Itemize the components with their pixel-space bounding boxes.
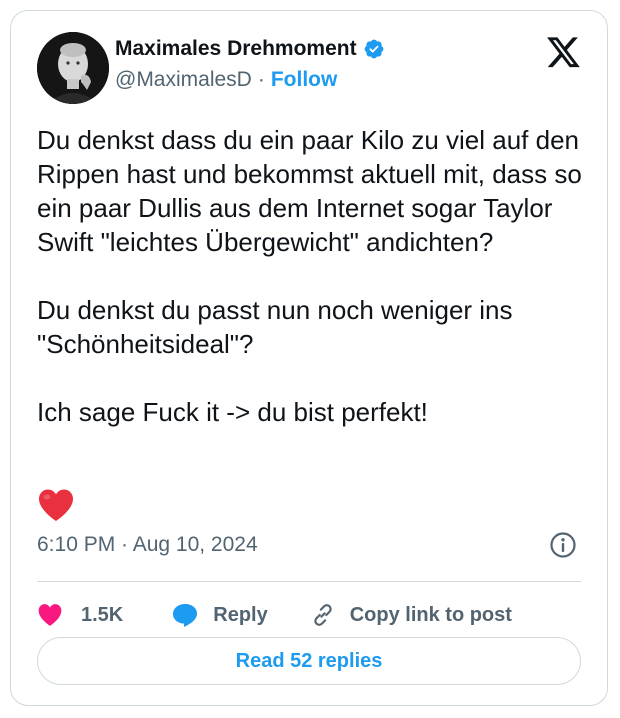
copy-link-label: Copy link to post	[349, 603, 512, 626]
divider	[37, 581, 581, 582]
action-bar: 1.5K Reply Copy link to post	[37, 591, 512, 639]
link-icon	[310, 602, 336, 628]
tweet-card: Maximales Drehmoment @MaximalesD · Follo…	[10, 10, 608, 706]
speech-bubble-icon	[171, 602, 199, 628]
author-handle[interactable]: @MaximalesD	[115, 68, 252, 92]
avatar[interactable]	[37, 32, 109, 104]
reply-label: Reply	[213, 603, 268, 626]
follow-button[interactable]: Follow	[271, 68, 338, 92]
author-name[interactable]: Maximales Drehmoment	[115, 37, 357, 61]
read-replies-button[interactable]: Read 52 replies	[37, 637, 581, 685]
reply-button[interactable]: Reply	[171, 602, 268, 628]
red-heart-emoji-icon	[37, 488, 75, 522]
like-count: 1.5K	[81, 603, 124, 626]
author-block: Maximales Drehmoment @MaximalesD · Follo…	[115, 37, 385, 92]
info-icon[interactable]	[549, 531, 577, 559]
x-logo-icon[interactable]	[547, 37, 581, 69]
tweet-text: Du denkst dass du ein paar Kilo zu viel …	[37, 125, 582, 427]
heart-icon	[37, 603, 63, 627]
like-button[interactable]: 1.5K	[37, 603, 123, 627]
copy-link-button[interactable]: Copy link to post	[310, 602, 512, 628]
tweet-timestamp[interactable]: 6:10 PM · Aug 10, 2024	[37, 533, 258, 557]
separator-dot: ·	[257, 68, 265, 91]
verified-badge-icon	[363, 38, 385, 60]
